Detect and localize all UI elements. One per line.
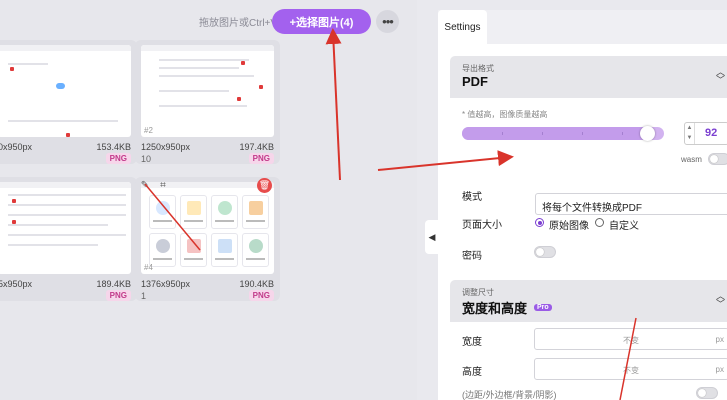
chevron-updown-icon: ︿ ﹀ [715, 291, 725, 309]
width-label: 宽度 [462, 337, 482, 348]
radio-original-label[interactable]: 原始图像 [549, 217, 589, 232]
stepper-arrows-icon[interactable]: ▲ ▼ [685, 123, 695, 144]
width-field[interactable]: 不变 px [534, 328, 727, 350]
drop-hint: 拖放图片或Ctrl+V [199, 18, 278, 29]
image-card[interactable]: #4 ✎ ⌗ 🗑 1376x950px 190.4KB 1 PNG [135, 177, 280, 301]
format-badge: PNG [248, 290, 274, 301]
image-thumbnail [0, 45, 131, 137]
image-thumbnail [0, 182, 131, 274]
radio-custom-label[interactable]: 自定义 [609, 217, 639, 232]
quality-stepper[interactable]: ▲ ▼ 92 [684, 122, 727, 145]
more-icon: ••• [382, 14, 394, 29]
wasm-toggle[interactable] [708, 153, 727, 165]
image-dimensions: 5x950px [0, 279, 33, 289]
height-field[interactable]: 不变 px [534, 358, 727, 380]
height-unit: px [715, 365, 724, 374]
arrow-left-icon: ◀ [428, 231, 436, 242]
width-unit: px [715, 335, 724, 344]
thumbnail-index: #4 [144, 263, 153, 272]
slider-handle[interactable] [639, 126, 655, 141]
tab-settings[interactable]: Settings [438, 10, 487, 44]
quality-value: 92 [705, 127, 718, 139]
section-subtitle: 调整尺寸 [462, 288, 494, 297]
mode-value: 将每个文件转换成PDF [542, 203, 642, 214]
format-badge: PNG [248, 153, 274, 164]
pro-badge: Pro [534, 304, 552, 311]
image-thumbnail: #2 [141, 45, 274, 137]
edit-icon[interactable]: ✎ [139, 180, 151, 192]
section-subtitle: 导出格式 [462, 64, 494, 73]
radio-original[interactable] [535, 218, 544, 227]
image-index: 1 [141, 291, 147, 301]
password-toggle[interactable] [534, 246, 556, 258]
section-title: 宽度和高度 [462, 301, 528, 316]
image-card[interactable]: 0x950px 153.4KB PNG [0, 40, 137, 164]
settings-panel: Settings 导出格式 PDF ︿ ﹀ * 值越高，图像质量越高 ▲ ▼ 92 … [438, 10, 727, 400]
image-filesize: 189.4KB [96, 279, 131, 289]
export-format-header[interactable]: 导出格式 PDF ︿ ﹀ [450, 56, 727, 98]
chevron-updown-icon: ︿ ﹀ [715, 67, 725, 85]
mode-label: 模式 [462, 192, 482, 203]
wasm-label: wasm [681, 155, 702, 164]
image-filesize: 197.4KB [239, 142, 274, 152]
quality-hint: * 值越高，图像质量越高 [462, 110, 548, 119]
quality-slider[interactable] [462, 126, 664, 141]
image-card[interactable]: 5x950px 189.4KB PNG [0, 177, 137, 301]
format-badge: PNG [105, 290, 131, 301]
section-title: PDF [462, 74, 488, 89]
border-options-label: (边距/外边框/背景/阴影) [462, 390, 557, 400]
format-badge: PNG [105, 153, 131, 164]
image-card[interactable]: #2 1250x950px 197.4KB 10 PNG [135, 40, 280, 164]
image-dimensions: 0x950px [0, 142, 33, 152]
image-thumbnail: #4 [141, 182, 274, 274]
image-dimensions: 1376x950px [141, 279, 191, 289]
image-filesize: 153.4KB [96, 142, 131, 152]
password-label: 密码 [462, 251, 482, 262]
resize-header[interactable]: 调整尺寸 宽度和高度 ︿ ﹀ [450, 280, 727, 322]
more-options-button[interactable]: ••• [376, 10, 399, 33]
height-placeholder: 不变 [623, 366, 639, 375]
width-placeholder: 不变 [623, 336, 639, 345]
page-size-label: 页面大小 [462, 220, 502, 231]
image-gallery: 拖放图片或Ctrl+V +选择图片(4) ••• 0x950px 153.4KB… [0, 0, 417, 400]
thumbnail-index: #2 [144, 126, 153, 135]
collapse-panel-button[interactable]: ◀ [425, 220, 439, 254]
image-filesize: 190.4KB [239, 279, 274, 289]
select-images-button[interactable]: +选择图片(4) [272, 9, 371, 34]
crop-icon[interactable]: ⌗ [157, 180, 169, 192]
delete-icon[interactable]: 🗑 [257, 178, 272, 193]
image-index: 10 [141, 154, 152, 164]
height-label: 高度 [462, 367, 482, 378]
radio-custom[interactable] [595, 218, 604, 227]
mode-select[interactable]: 将每个文件转换成PDF [535, 193, 727, 215]
image-dimensions: 1250x950px [141, 142, 191, 152]
border-toggle[interactable] [696, 387, 718, 399]
